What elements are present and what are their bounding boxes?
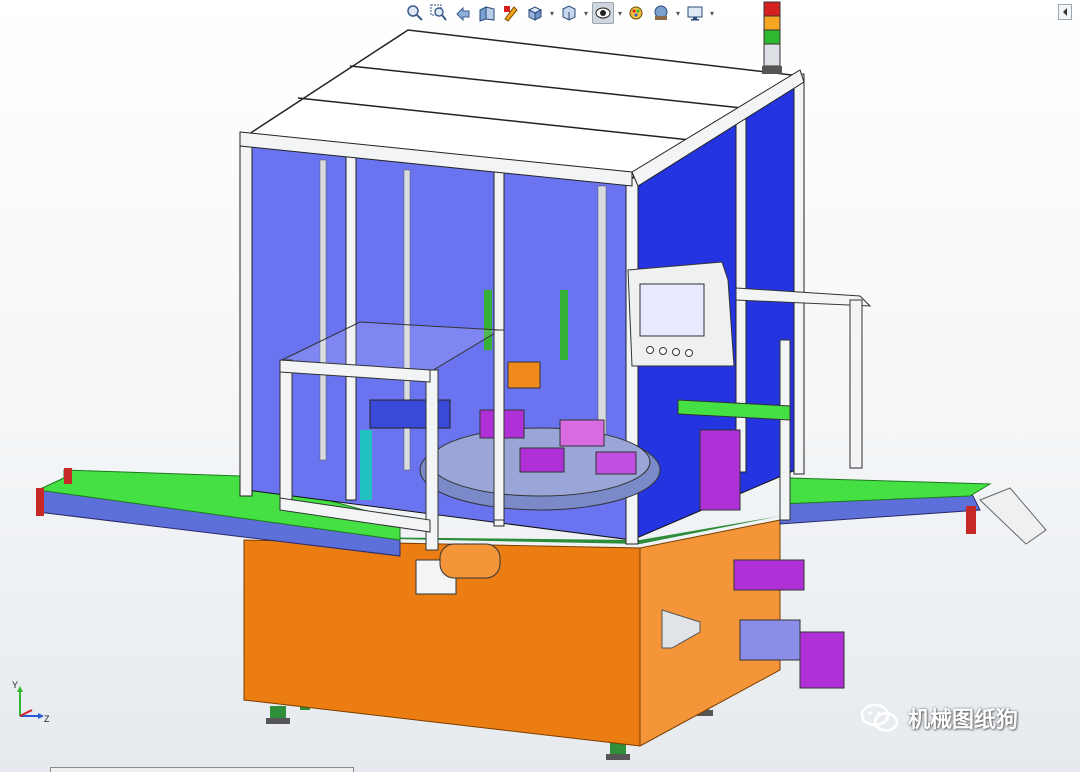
coordinate-triad: Y Z: [12, 680, 50, 724]
view-settings-icon[interactable]: [684, 2, 706, 24]
chevron-down-icon[interactable]: ▾: [548, 2, 556, 24]
task-pane-collapse-button[interactable]: [1058, 4, 1072, 20]
hide-show-items-icon[interactable]: [592, 2, 614, 24]
chevron-down-icon[interactable]: ▾: [582, 2, 590, 24]
chevron-down-icon[interactable]: ▾: [616, 2, 624, 24]
section-view-icon[interactable]: [476, 2, 498, 24]
apply-scene-icon[interactable]: [650, 2, 672, 24]
zoom-to-area-icon[interactable]: [428, 2, 450, 24]
edit-appearance-icon[interactable]: [626, 2, 648, 24]
chevron-left-icon: [1063, 8, 1067, 16]
wechat-icon: [860, 703, 899, 732]
chevron-down-icon[interactable]: ▾: [674, 2, 682, 24]
display-style-icon[interactable]: [558, 2, 580, 24]
watermark-text: 机械图纸狗: [908, 707, 1019, 732]
triad-y-label: Y: [12, 680, 18, 690]
triad-z-label: Z: [44, 714, 50, 724]
heads-up-view-toolbar: ▾ ▾ ▾ ▾ ▾: [404, 0, 716, 26]
view-orientation-icon[interactable]: [524, 2, 546, 24]
dynamic-annotation-icon[interactable]: [500, 2, 522, 24]
machine-model[interactable]: [0, 0, 1080, 772]
signal-tower: [762, 1, 782, 74]
hmi-panel: [627, 261, 735, 367]
feature-tree-edge: [50, 767, 354, 772]
zoom-to-fit-icon[interactable]: [404, 2, 426, 24]
base-cabinet: [243, 516, 781, 747]
watermark: 机械图纸狗: [860, 702, 1018, 734]
graphics-viewport[interactable]: ▾ ▾ ▾ ▾ ▾ Y Z 机械图纸狗: [0, 0, 1080, 772]
previous-view-icon[interactable]: [452, 2, 474, 24]
chevron-down-icon[interactable]: ▾: [708, 2, 716, 24]
